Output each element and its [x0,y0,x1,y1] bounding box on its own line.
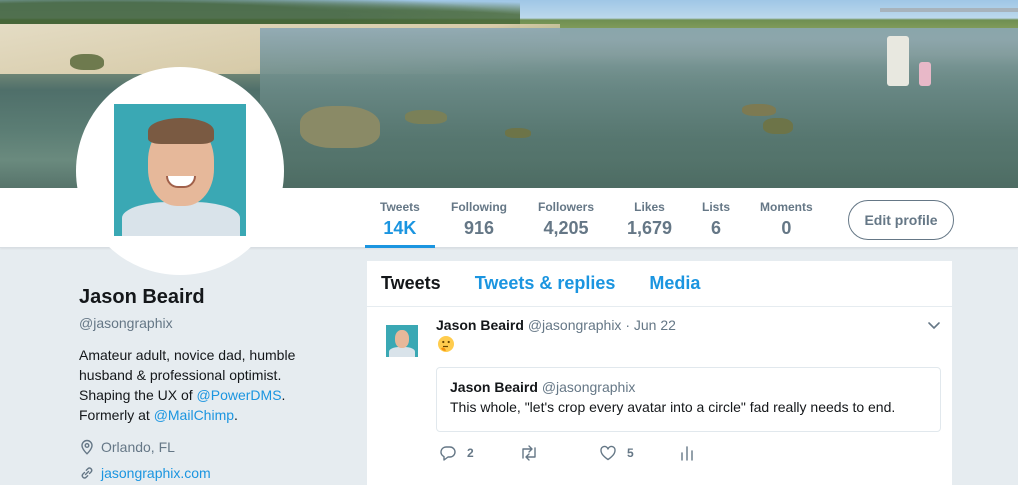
stat-tweets[interactable]: Tweets 14K [365,200,435,248]
stat-label: Followers [538,200,595,214]
stat-lists[interactable]: Lists 6 [702,200,730,239]
stat-label: Moments [760,200,813,214]
stat-value: 4,205 [543,218,589,238]
tweet-actions: 2 5 [439,445,705,461]
profile-bio: Amateur adult, novice dad, humble husban… [79,347,296,423]
tweet-header: Jason Beaird @jasongraphix · Jun 22 [436,317,676,333]
tweet-author-handle[interactable]: @jasongraphix [528,317,622,333]
quoted-tweet-text: This whole, "let's crop every avatar int… [450,399,896,415]
location-pin-icon [81,439,93,455]
bio-line: Formerly at [79,407,154,423]
profile-card: Jason Beaird @jasongraphix Amateur adult… [79,286,349,481]
mailchimp-link[interactable]: @MailChimp [154,407,234,423]
reply-count: 2 [467,446,474,460]
timeline: Tweets Tweets & replies Media Jason Beai… [366,260,953,485]
profile-website: jasongraphix.com [79,465,349,481]
header-rock [763,118,793,134]
stat-moments[interactable]: Moments 0 [760,200,813,239]
quoted-author-name: Jason Beaird [450,379,538,395]
tab-media[interactable]: Media [649,273,700,294]
tweet-avatar[interactable] [386,325,418,357]
profile-handle[interactable]: @jasongraphix [79,315,349,331]
timeline-tabs: Tweets Tweets & replies Media [367,261,952,307]
profile-location: Orlando, FL [79,439,349,455]
stat-label: Tweets [380,200,420,214]
header-rock [505,128,531,138]
stat-following[interactable]: Following 916 [451,200,507,239]
retweet-icon [522,445,536,461]
stat-value: 916 [463,218,495,238]
bio-line: Amateur adult, novice dad, humble [79,347,296,363]
quoted-tweet[interactable]: Jason Beaird @jasongraphix This whole, "… [436,367,941,432]
stat-label: Lists [702,200,731,214]
like-count: 5 [627,446,634,460]
stat-value: 0 [781,218,792,238]
heart-icon [600,445,616,461]
stat-value: 14K [383,218,417,238]
header-bridge [880,8,1018,12]
quoted-tweet-header: Jason Beaird @jasongraphix [450,379,927,395]
like-button[interactable]: 5 [599,445,679,461]
analytics-icon [681,446,693,461]
chevron-down-icon[interactable] [927,321,941,331]
stat-likes[interactable]: Likes 1,679 [627,200,672,239]
edit-profile-button[interactable]: Edit profile [848,200,954,240]
powerdms-link[interactable]: @PowerDMS [197,387,282,403]
link-icon [81,467,93,479]
avatar[interactable] [114,104,246,236]
quoted-author-handle: @jasongraphix [541,379,636,395]
header-rock [70,54,104,70]
tab-tweets[interactable]: Tweets [381,273,441,294]
stat-value: 1,679 [627,218,673,238]
profile-name[interactable]: Jason Beaird [79,286,349,309]
tweet-author-name[interactable]: Jason Beaird [436,317,524,333]
header-child [919,62,931,86]
analytics-button[interactable] [679,445,705,461]
stat-value: 6 [711,218,722,238]
retweet-button[interactable] [519,445,599,461]
stat-label: Likes [634,200,665,214]
bio-line: Shaping the UX of [79,387,197,403]
thinking-face-icon [438,336,454,352]
website-link[interactable]: jasongraphix.com [101,465,211,481]
location-text: Orlando, FL [101,439,175,455]
reply-button[interactable]: 2 [439,445,519,461]
tweet[interactable]: Jason Beaird @jasongraphix · Jun 22 Jaso… [367,307,952,477]
header-rock [742,104,776,116]
bio-line: husband & professional optimist. [79,367,282,383]
reply-icon [440,446,456,461]
tweet-date[interactable]: · Jun 22 [625,317,676,333]
tab-tweets-replies[interactable]: Tweets & replies [475,273,616,294]
header-rock [300,106,380,148]
stat-followers[interactable]: Followers 4,205 [538,200,594,239]
header-rock [405,110,447,124]
stat-label: Following [451,200,507,214]
header-person [887,36,909,86]
